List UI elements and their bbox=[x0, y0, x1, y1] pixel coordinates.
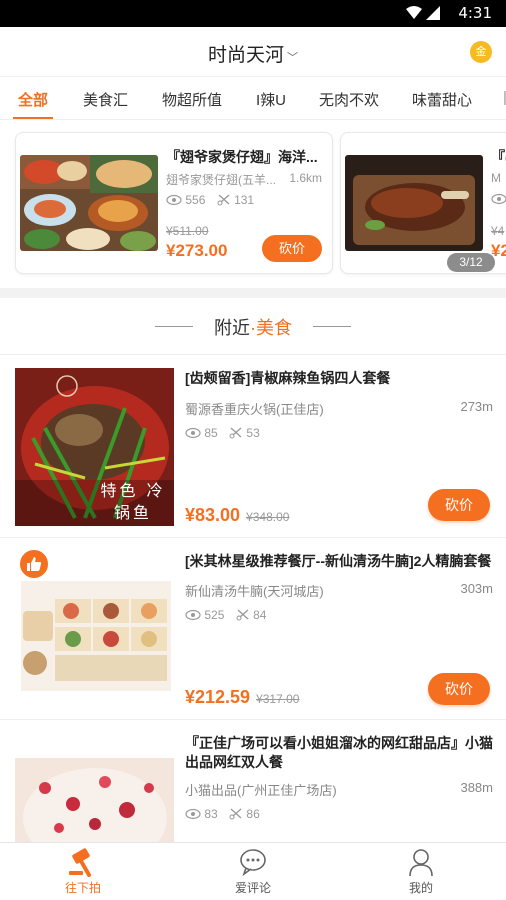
tab-dessert[interactable]: 味蕾甜心 bbox=[412, 89, 472, 110]
eye-icon bbox=[491, 193, 506, 208]
shop-name: 翅爷家煲仔翅(五羊... bbox=[166, 173, 276, 187]
eye-icon bbox=[185, 427, 201, 442]
carousel-pager: 3/12 bbox=[447, 253, 495, 272]
auction-hammer-icon bbox=[33, 847, 133, 877]
deal-stats: 556 131 bbox=[166, 193, 254, 209]
claim-count: 131 bbox=[234, 193, 255, 208]
featured-card[interactable]: 『翅爷家煲仔翅』海洋... 翅爷家煲仔翅(五羊... 1.6km 556 131… bbox=[15, 132, 333, 274]
original-price: ¥4 bbox=[491, 224, 505, 238]
distance: 1.6km bbox=[289, 171, 322, 185]
scissors-icon bbox=[236, 608, 250, 624]
deal-title: [齿颊留香]青椒麻辣鱼锅四人套餐 bbox=[185, 370, 391, 386]
deal-price: ¥212.59 ¥317.00 bbox=[185, 687, 300, 707]
bargain-button[interactable]: 砍价 bbox=[428, 489, 490, 521]
original-price: ¥511.00 bbox=[166, 224, 209, 238]
deal-price: ¥83.00 ¥348.00 bbox=[185, 505, 290, 525]
tab-food[interactable]: 美食汇 bbox=[83, 89, 128, 110]
nearby-food-header: 附近·美食 bbox=[0, 298, 506, 354]
view-count: 83 bbox=[204, 807, 218, 822]
nav-home[interactable]: 往下拍 bbox=[33, 847, 133, 896]
scissors-icon bbox=[229, 426, 243, 442]
deal-title: 『翅爷家煲仔翅』海洋... bbox=[166, 149, 318, 165]
list-item[interactable]: [米其林星级推荐餐厅--新仙清汤牛腩]2人精腩套餐 新仙清汤牛腩(天河城店) 3… bbox=[0, 537, 506, 719]
shop-name: 蜀源香重庆火锅(正佳店) bbox=[185, 402, 324, 417]
view-count: 525 bbox=[204, 608, 225, 623]
nav-label: 爱评论 bbox=[234, 881, 271, 895]
original-price: ¥348.00 bbox=[246, 510, 290, 524]
section-title: 附近·美食 bbox=[214, 318, 292, 338]
deal-photo: 特色 冷锅鱼 bbox=[15, 368, 174, 526]
wifi-icon bbox=[404, 5, 444, 24]
nav-comments[interactable]: 爱评论 bbox=[203, 847, 303, 896]
featured-carousel[interactable]: 『翅爷家煲仔翅』海洋... 翅爷家煲仔翅(五羊... 1.6km 556 131… bbox=[0, 120, 506, 288]
clock: 4:31 bbox=[458, 4, 492, 22]
tab-spicy[interactable]: I辣U bbox=[256, 89, 286, 110]
deal-title: 『正佳广场可以看小姐姐溜冰的网红甜品店』小猫出品网红双人餐 bbox=[185, 735, 493, 770]
image-caption: 特色 冷锅鱼 bbox=[100, 481, 166, 522]
nav-label: 我的 bbox=[408, 881, 433, 895]
distance: 303m bbox=[460, 581, 493, 596]
chat-bubble-icon bbox=[203, 847, 303, 877]
shop-name: M bbox=[491, 171, 501, 185]
deal-photo bbox=[20, 155, 158, 251]
divider-line bbox=[313, 326, 351, 327]
deal-stats: 85 53 bbox=[185, 426, 260, 442]
claim-count: 53 bbox=[246, 426, 260, 441]
thumbs-up-icon bbox=[18, 548, 50, 580]
top-header: 时尚天河 ﹀ 金 bbox=[0, 27, 506, 76]
coin-icon[interactable]: 金 bbox=[470, 41, 492, 63]
claim-count: 84 bbox=[253, 608, 267, 623]
distance: 273m bbox=[460, 399, 493, 414]
city-name: 时尚天河 bbox=[207, 45, 284, 66]
deal-photo bbox=[15, 758, 174, 842]
scissors-icon bbox=[229, 807, 243, 823]
bargain-button[interactable]: 砍价 bbox=[262, 235, 322, 262]
user-icon bbox=[371, 847, 471, 877]
bottom-nav: 往下拍 爱评论 我的 bbox=[0, 842, 506, 900]
category-tabs: 全部 美食汇 物超所值 I辣U 无肉不欢 味蕾甜心 | bbox=[0, 76, 506, 120]
deal-title: 『( bbox=[491, 149, 506, 165]
eye-icon bbox=[166, 194, 182, 209]
chevron-down-icon: ﹀ bbox=[287, 52, 298, 64]
city-selector[interactable]: 时尚天河 ﹀ bbox=[0, 40, 506, 67]
eye-icon bbox=[185, 609, 201, 624]
bargain-button[interactable]: 砍价 bbox=[428, 673, 490, 705]
nav-label: 往下拍 bbox=[64, 881, 101, 895]
deal-photo bbox=[345, 155, 483, 251]
deal-title: [米其林星级推荐餐厅--新仙清汤牛腩]2人精腩套餐 bbox=[185, 553, 492, 569]
nav-profile[interactable]: 我的 bbox=[371, 847, 471, 896]
tab-all[interactable]: 全部 bbox=[18, 89, 48, 110]
original-price: ¥317.00 bbox=[256, 692, 300, 706]
tab-value[interactable]: 物超所值 bbox=[162, 89, 222, 110]
status-bar: 4:31 bbox=[0, 0, 506, 27]
shop-name: 小猫出品(广州正佳广场店) bbox=[185, 783, 337, 798]
tab-meat[interactable]: 无肉不欢 bbox=[319, 89, 379, 110]
eye-icon bbox=[185, 808, 201, 823]
deal-stats: 83 86 bbox=[185, 807, 260, 823]
deal-stats: 525 84 bbox=[185, 608, 266, 624]
scissors-icon bbox=[217, 193, 231, 209]
distance: 388m bbox=[460, 780, 493, 795]
list-item[interactable]: 特色 冷锅鱼 [齿颊留香]青椒麻辣鱼锅四人套餐 蜀源香重庆火锅(正佳店) 273… bbox=[0, 354, 506, 537]
view-count: 85 bbox=[204, 426, 218, 441]
deal-price: ¥273.00 bbox=[166, 241, 228, 260]
deal-stats: 4 bbox=[491, 193, 506, 208]
shop-name: 新仙清汤牛腩(天河城店) bbox=[185, 584, 324, 599]
claim-count: 86 bbox=[246, 807, 260, 822]
view-count: 556 bbox=[185, 193, 206, 208]
list-item[interactable]: 『正佳广场可以看小姐姐溜冰的网红甜品店』小猫出品网红双人餐 小猫出品(广州正佳广… bbox=[0, 719, 506, 842]
section-divider bbox=[0, 288, 506, 298]
